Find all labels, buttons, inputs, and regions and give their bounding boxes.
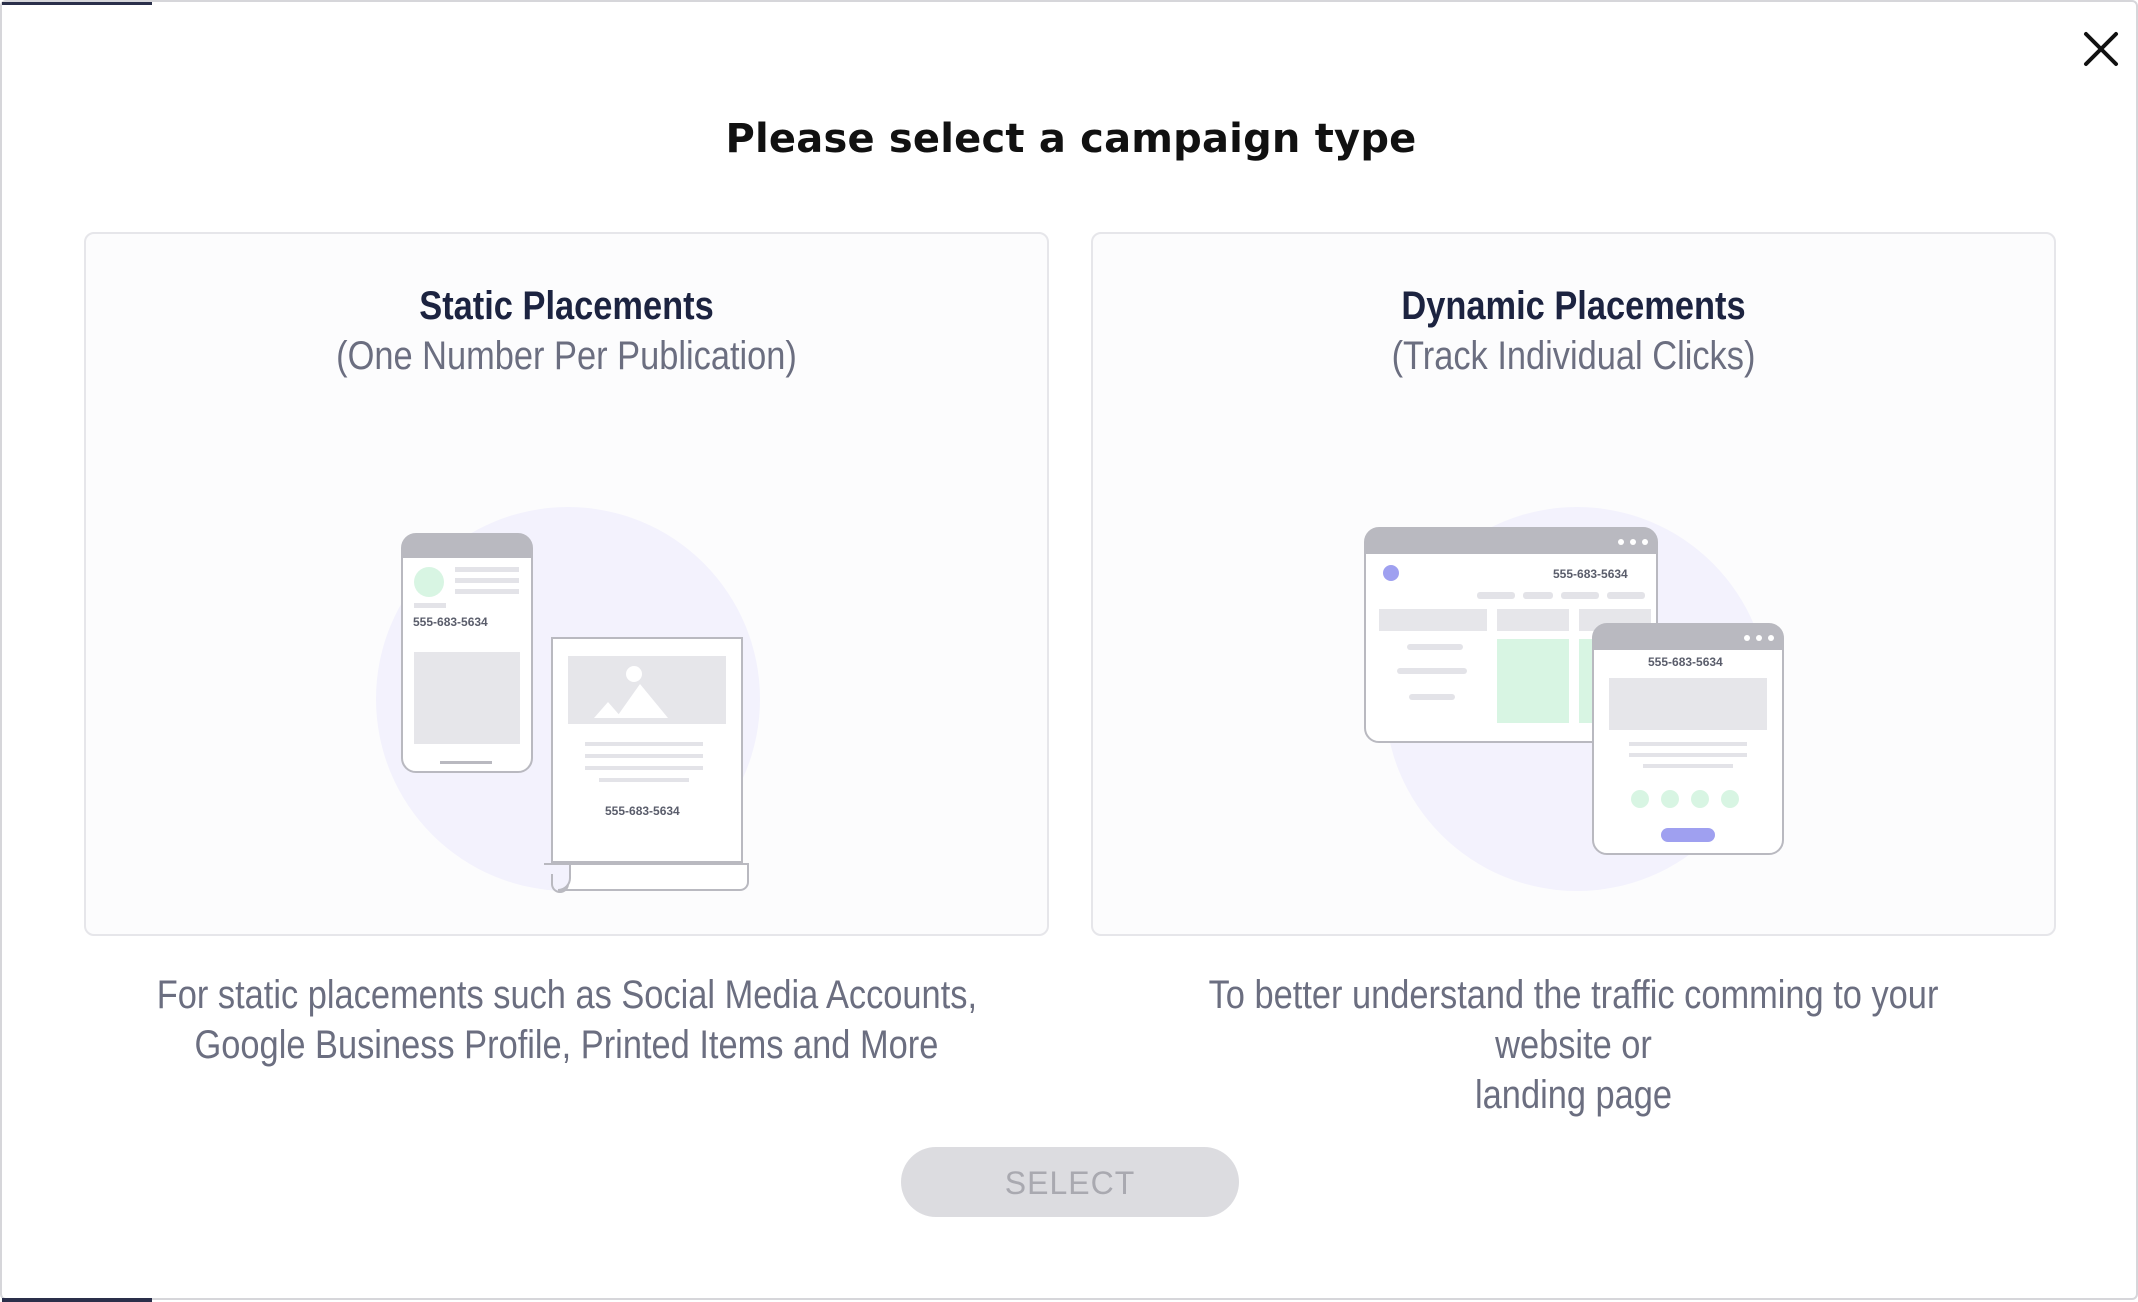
dynamic-phone-number-1: 555-683-5634	[1553, 567, 1628, 581]
static-placements-subtitle: (One Number Per Publication)	[336, 334, 797, 378]
dynamic-description-line-1: To better understand the traffic comming…	[1208, 973, 1939, 1067]
dynamic-placements-card[interactable]: 555-683-5634 555-683-5634 Dynamic Placem…	[1091, 232, 2056, 936]
flyer-illustration: 555-683-5634	[544, 637, 749, 893]
select-button[interactable]: SELECT	[901, 1147, 1239, 1217]
modal-title: Please select a campaign type	[725, 116, 1417, 162]
close-button[interactable]	[2074, 22, 2128, 76]
dynamic-phone-number-2: 555-683-5634	[1648, 655, 1723, 669]
dynamic-description-line-2: landing page	[1474, 1073, 1673, 1117]
phone-illustration: 555-683-5634	[401, 533, 533, 773]
dynamic-placements-subtitle: (Track Individual Clicks)	[1391, 334, 1756, 378]
static-placements-title: Static Placements	[419, 284, 714, 328]
static-phone-number-2: 555-683-5634	[605, 804, 680, 818]
mobile-browser-illustration: 555-683-5634	[1592, 623, 1784, 855]
close-icon	[2084, 32, 2118, 66]
static-description-line-1: For static placements such as Social Med…	[156, 973, 977, 1017]
campaign-type-modal: Please select a campaign type 555-683-56…	[0, 0, 2138, 1302]
dynamic-placements-description: To better understand the traffic comming…	[1091, 970, 2056, 1120]
progress-indicator-top	[2, 2, 152, 5]
static-placements-description: For static placements such as Social Med…	[84, 970, 1049, 1070]
static-description-line-2: Google Business Profile, Printed Items a…	[194, 1023, 939, 1067]
progress-indicator-bottom	[2, 1298, 152, 1302]
static-phone-number-1: 555-683-5634	[413, 615, 488, 629]
static-placements-card[interactable]: 555-683-5634 555-683-5634 Static Placeme…	[84, 232, 1049, 936]
dynamic-placements-title: Dynamic Placements	[1401, 284, 1746, 328]
